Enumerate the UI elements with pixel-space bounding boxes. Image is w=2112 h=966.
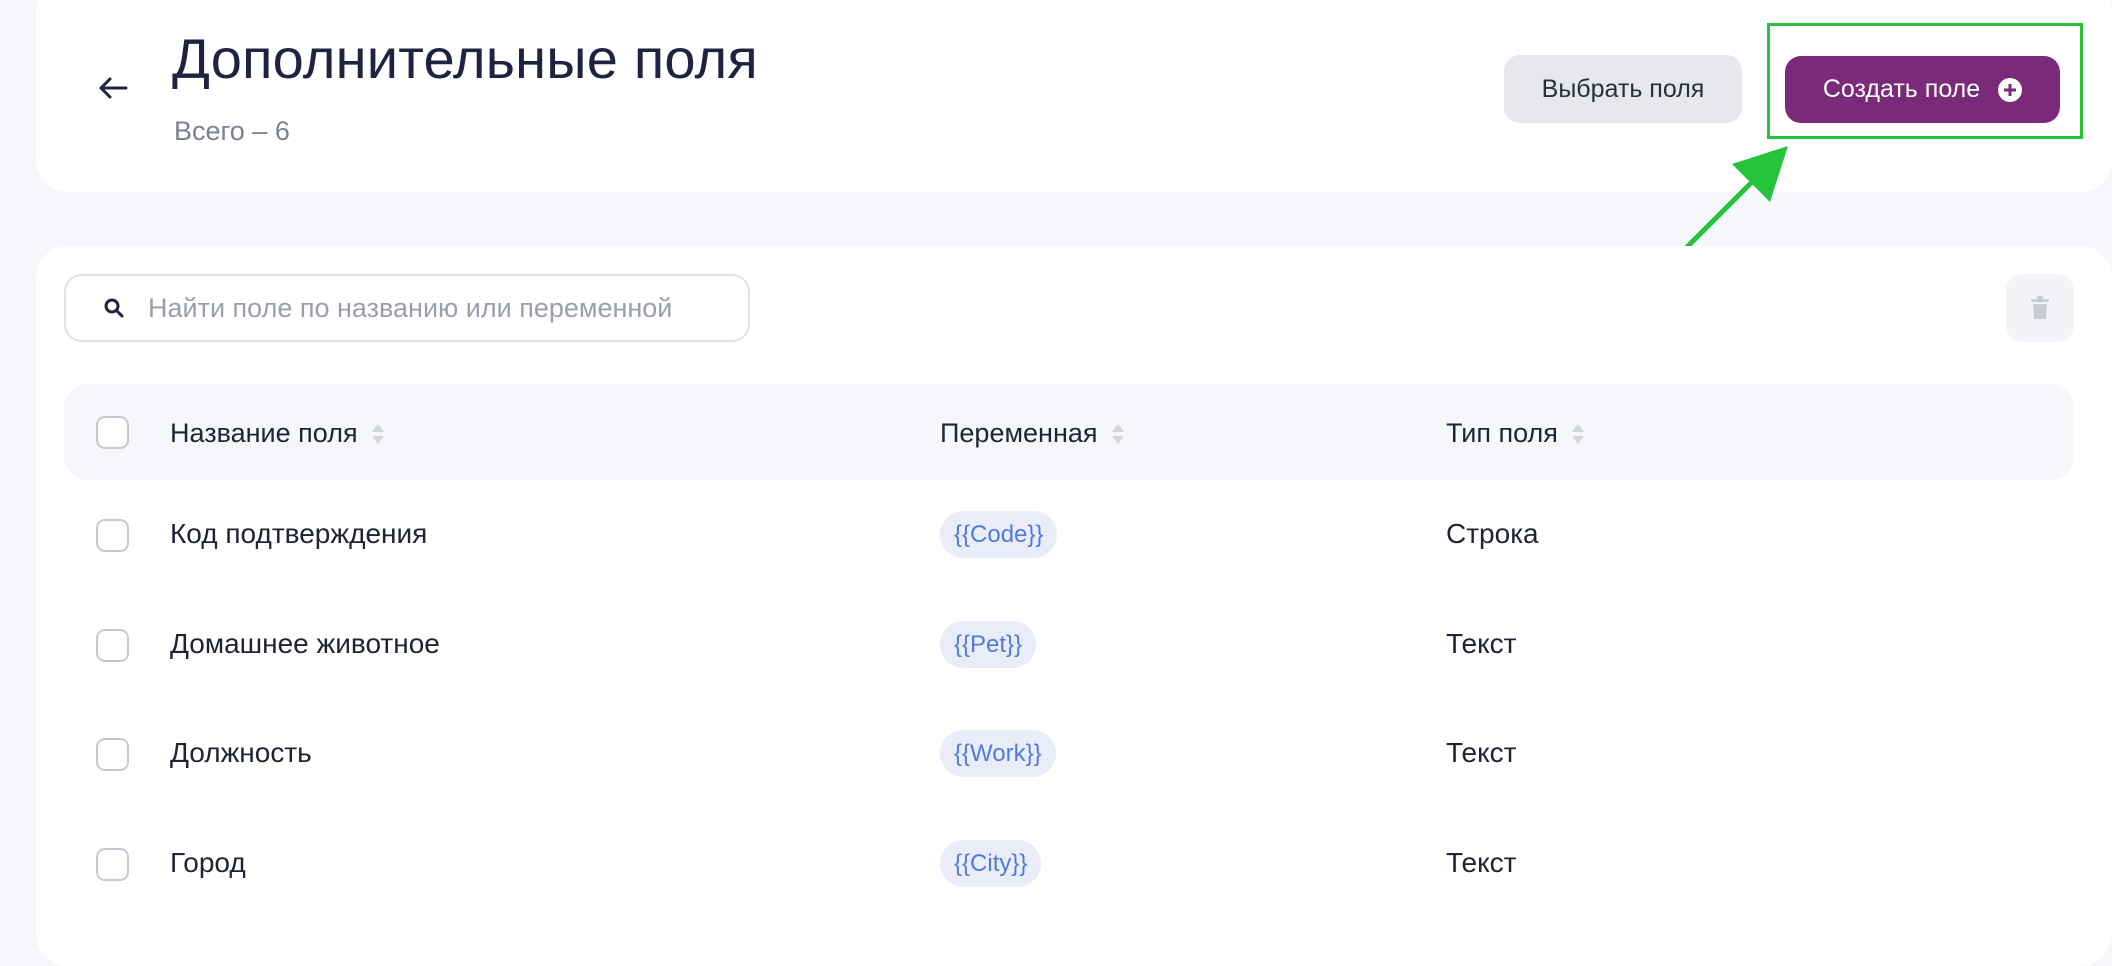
sort-icon xyxy=(1571,422,1584,446)
search-icon xyxy=(104,298,124,318)
delete-button[interactable] xyxy=(2006,274,2074,342)
field-type: Текст xyxy=(1446,737,1517,768)
column-header-label: Название поля xyxy=(170,418,358,448)
create-field-label: Создать поле xyxy=(1822,75,1981,103)
search-field[interactable] xyxy=(64,274,750,342)
trash-icon xyxy=(2031,296,2049,319)
search-input[interactable] xyxy=(146,291,706,325)
select-fields-button[interactable]: Выбрать поля xyxy=(1504,55,1742,123)
total-count: Всего – 6 xyxy=(174,116,290,146)
sort-icon xyxy=(1111,422,1124,446)
variable-tag: {{Work}} xyxy=(940,730,1056,777)
row-checkbox[interactable] xyxy=(96,629,129,662)
row-checkbox[interactable] xyxy=(96,848,129,881)
select-all-checkbox[interactable] xyxy=(96,416,129,449)
column-header-label: Переменная xyxy=(940,418,1098,448)
column-header-label: Тип поля xyxy=(1446,418,1558,448)
field-type: Строка xyxy=(1446,518,1539,549)
row-checkbox[interactable] xyxy=(96,519,129,552)
plus-circle-icon xyxy=(1998,77,2023,102)
back-arrow-icon[interactable] xyxy=(98,76,128,100)
field-type: Текст xyxy=(1446,628,1517,659)
field-name[interactable]: Должность xyxy=(170,737,312,769)
create-field-button[interactable]: Создать поле xyxy=(1785,56,2060,123)
field-type: Текст xyxy=(1446,847,1517,878)
column-header-variable[interactable]: Переменная xyxy=(940,418,1124,449)
row-checkbox[interactable] xyxy=(96,738,129,771)
fields-panel xyxy=(36,246,2112,966)
variable-tag: {{Pet}} xyxy=(940,621,1037,668)
field-name[interactable]: Домашнее животное xyxy=(170,628,440,660)
variable-tag: {{Code}} xyxy=(940,511,1058,558)
variable-tag: {{City}} xyxy=(940,840,1042,887)
field-name[interactable]: Код подтверждения xyxy=(170,518,427,550)
column-header-type[interactable]: Тип поля xyxy=(1446,418,1584,449)
column-header-name[interactable]: Название поля xyxy=(170,418,384,449)
sort-icon xyxy=(371,422,384,446)
field-name[interactable]: Город xyxy=(170,847,246,879)
page-title: Дополнительные поля xyxy=(172,27,758,90)
